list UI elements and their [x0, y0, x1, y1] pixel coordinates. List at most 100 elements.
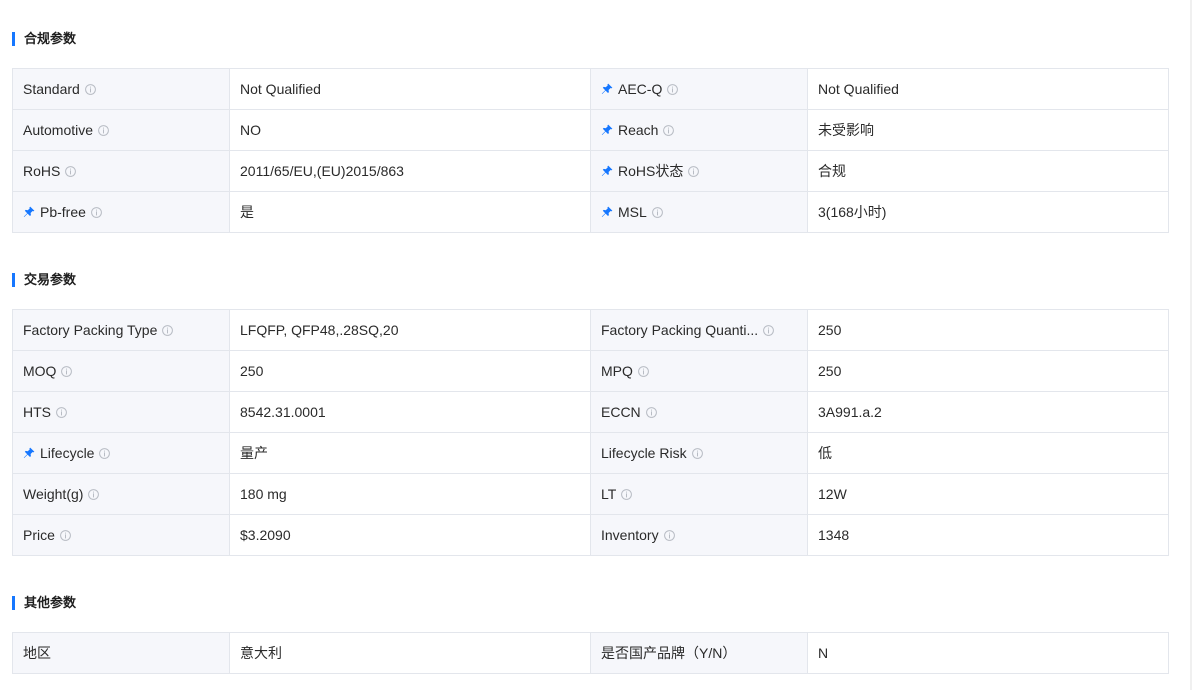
info-icon[interactable]: [56, 405, 67, 418]
param-value-cell-lifecycle: 量产: [229, 432, 591, 474]
section-title-text: 交易参数: [24, 272, 77, 287]
info-icon[interactable]: [651, 205, 663, 218]
param-value: 2011/65/EU,(EU)2015/863: [240, 163, 404, 179]
param-value: 250: [818, 322, 842, 338]
param-value-cell-rohs: 2011/65/EU,(EU)2015/863: [229, 150, 591, 192]
table-row: Factory Packing Type LFQFP, QFP48,.28SQ,2…: [12, 309, 1169, 351]
section-title-accent-bar: [12, 596, 15, 610]
param-label: Lifecycle Risk: [601, 445, 687, 461]
compliance-table: Standard Not Qualified AEC-Q Not Qualified A…: [12, 68, 1169, 233]
param-label-cell-mpq: MPQ: [590, 350, 808, 392]
param-value-cell-hts: 8542.31.0001: [229, 391, 591, 433]
param-label-cell-lifecycle: Lifecycle: [12, 432, 230, 474]
param-value-cell-y-n: N: [807, 632, 1169, 674]
param-value: 未受影响: [818, 122, 874, 138]
param-value: 8542.31.0001: [240, 404, 326, 420]
table-row: 地区 意大利 是否国产品牌（Y/N） N: [12, 632, 1169, 674]
param-value: NO: [240, 122, 261, 138]
info-icon[interactable]: [88, 487, 100, 500]
param-label: RoHS状态: [618, 163, 684, 179]
param-label: Factory Packing Quanti...: [601, 322, 759, 338]
param-label-cell-factory-packing-type: Factory Packing Type: [12, 309, 230, 351]
param-value-cell-inventory: 1348: [807, 514, 1169, 556]
info-icon[interactable]: [663, 528, 675, 541]
param-value-cell-msl: 3(168小时): [807, 191, 1169, 233]
pin-icon: [601, 123, 613, 135]
param-value: 1348: [818, 527, 850, 543]
param-value-cell-rohs: 合规: [807, 150, 1169, 192]
param-label-cell-standard: Standard: [12, 68, 230, 110]
param-value-cell-eccn: 3A991.a.2: [807, 391, 1169, 433]
table-row: Automotive NO Reach 未受影响: [12, 109, 1169, 151]
param-label: 是否国产品牌（Y/N）: [601, 645, 737, 661]
info-icon[interactable]: [91, 205, 102, 218]
param-label-cell-lifecycle-risk: Lifecycle Risk: [590, 432, 808, 474]
info-icon[interactable]: [637, 364, 649, 377]
param-value-cell-param: 意大利: [229, 632, 591, 674]
section-title-text: 合规参数: [24, 31, 77, 46]
param-label: Factory Packing Type: [23, 322, 158, 338]
param-label-cell-hts: HTS: [12, 391, 230, 433]
param-value: 是: [240, 204, 254, 220]
param-value: 250: [818, 363, 842, 379]
info-icon[interactable]: [691, 446, 703, 459]
param-value-cell-factory-packing-quanti: 250: [807, 309, 1169, 351]
info-icon[interactable]: [667, 82, 679, 95]
param-label: ECCN: [601, 404, 641, 420]
param-value: 3A991.a.2: [818, 404, 882, 420]
pin-icon: [601, 164, 613, 176]
info-icon[interactable]: [621, 487, 633, 500]
param-value: 量产: [240, 445, 268, 461]
param-label: Standard: [23, 81, 80, 97]
section-title: 交易参数: [12, 272, 1168, 288]
info-icon[interactable]: [65, 164, 77, 177]
param-label: HTS: [23, 404, 51, 420]
section-title: 其他参数: [12, 595, 1168, 611]
param-label-cell-price: Price: [12, 514, 230, 556]
param-label: Automotive: [23, 122, 94, 138]
info-icon[interactable]: [60, 528, 71, 541]
info-icon[interactable]: [688, 164, 700, 177]
param-label-cell-lt: LT: [590, 473, 808, 515]
param-label-cell-factory-packing-quanti: Factory Packing Quanti...: [590, 309, 808, 351]
section-title-accent-bar: [12, 273, 15, 287]
info-icon[interactable]: [763, 323, 775, 336]
param-label-cell-rohs: RoHS状态: [590, 150, 808, 192]
param-value-cell-mpq: 250: [807, 350, 1169, 392]
param-value: LFQFP, QFP48,.28SQ,20: [240, 322, 399, 338]
info-icon[interactable]: [663, 123, 675, 136]
param-label-cell-rohs: RoHS: [12, 150, 230, 192]
param-label-cell-eccn: ECCN: [590, 391, 808, 433]
param-label: Weight(g): [23, 486, 84, 502]
trading-table: Factory Packing Type LFQFP, QFP48,.28SQ,2…: [12, 309, 1169, 556]
param-value: 合规: [818, 163, 846, 179]
info-icon[interactable]: [98, 123, 109, 136]
info-icon[interactable]: [99, 446, 111, 459]
param-label-cell-param: 地区: [12, 632, 230, 674]
param-value: Not Qualified: [240, 81, 321, 97]
info-icon[interactable]: [162, 323, 174, 336]
param-value: 3(168小时): [818, 204, 887, 220]
param-label-cell-pb-free: Pb-free: [12, 191, 230, 233]
info-icon[interactable]: [645, 405, 657, 418]
param-value: 12W: [818, 486, 847, 502]
param-label-cell-inventory: Inventory: [590, 514, 808, 556]
param-label: RoHS: [23, 163, 61, 179]
param-label-cell-reach: Reach: [590, 109, 808, 151]
table-row: Weight(g) 180 mg LT 12W: [12, 473, 1169, 515]
param-label: 地区: [23, 645, 51, 661]
table-row: MOQ 250 MPQ 250: [12, 350, 1169, 392]
table-row: RoHS 2011/65/EU,(EU)2015/863 RoHS状态 合规: [12, 150, 1169, 192]
pin-icon: [601, 205, 613, 217]
pin-icon: [23, 205, 35, 217]
info-icon[interactable]: [61, 364, 73, 377]
info-icon[interactable]: [84, 82, 96, 95]
param-value-cell-standard: Not Qualified: [229, 68, 591, 110]
table-row: HTS 8542.31.0001 ECCN 3A991.a.2: [12, 391, 1169, 433]
param-value: 180 mg: [240, 486, 287, 502]
param-value-cell-lifecycle-risk: 低: [807, 432, 1169, 474]
section-title-accent-bar: [12, 32, 15, 46]
other-table: 地区 意大利 是否国产品牌（Y/N） N: [12, 632, 1169, 674]
param-value-cell-pb-free: 是: [229, 191, 591, 233]
table-row: Pb-free 是 MSL 3(168小时): [12, 191, 1169, 233]
